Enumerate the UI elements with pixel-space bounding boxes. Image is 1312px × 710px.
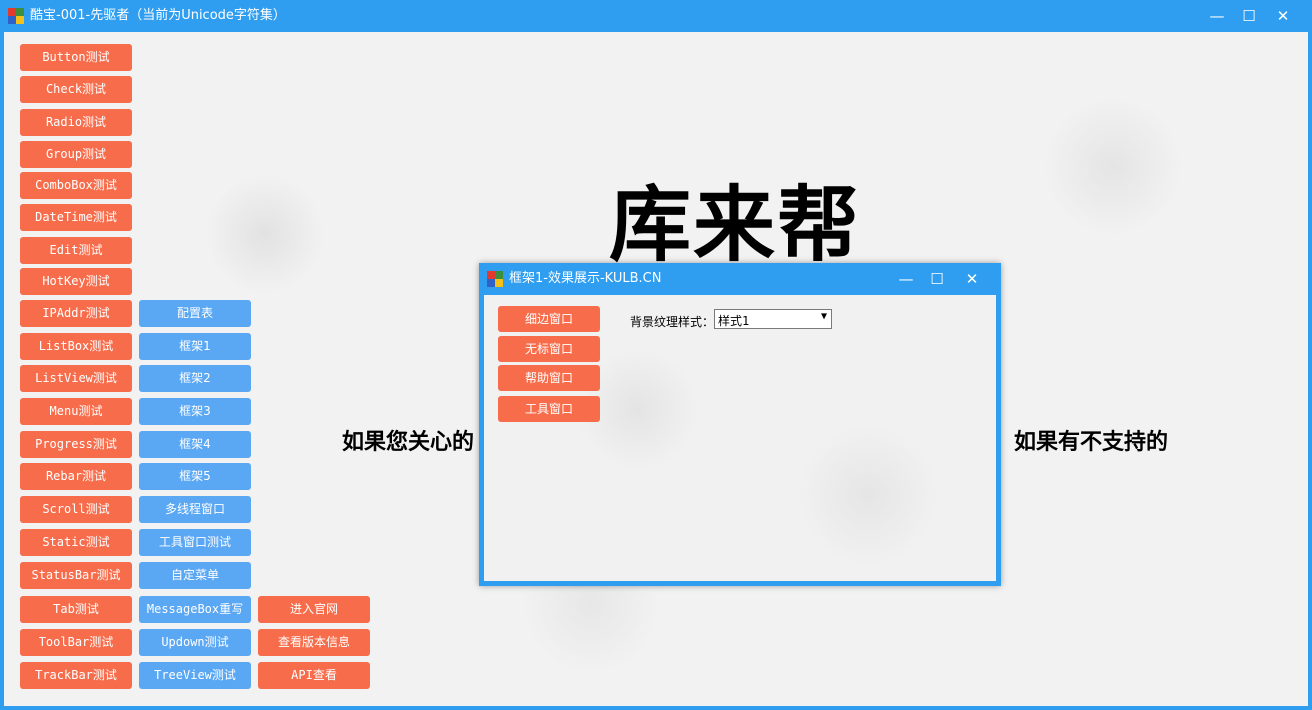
scroll-test-button[interactable]: Scroll测试 — [20, 496, 132, 523]
group-test-button[interactable]: Group测试 — [20, 141, 132, 168]
frame5-button[interactable]: 框架5 — [139, 463, 251, 490]
listbox-test-button[interactable]: ListBox测试 — [20, 333, 132, 360]
child-titlebar[interactable]: 框架1-效果展示-KULB.CN — ☐ ✕ — [479, 263, 1001, 295]
child-window-title: 框架1-效果展示-KULB.CN — [509, 271, 662, 286]
close-button[interactable]: ✕ — [1266, 0, 1300, 32]
statusbar-test-button[interactable]: StatusBar测试 — [20, 562, 132, 589]
frame2-button[interactable]: 框架2 — [139, 365, 251, 392]
texture-style-select[interactable]: 样式1 ▼ — [714, 309, 832, 329]
listview-test-button[interactable]: ListView测试 — [20, 365, 132, 392]
datetime-test-button[interactable]: DateTime测试 — [20, 204, 132, 231]
rebar-test-button[interactable]: Rebar测试 — [20, 463, 132, 490]
child-close-button[interactable]: ✕ — [955, 263, 989, 295]
dropdown-arrow-icon[interactable]: ▼ — [821, 311, 827, 322]
api-view-button[interactable]: API查看 — [258, 662, 370, 689]
frame3-button[interactable]: 框架3 — [139, 398, 251, 425]
ipaddr-test-button[interactable]: IPAddr测试 — [20, 300, 132, 327]
radio-test-button[interactable]: Radio测试 — [20, 109, 132, 136]
treeview-test-button[interactable]: TreeView测试 — [139, 662, 251, 689]
main-titlebar[interactable]: 酷宝-001-先驱者（当前为Unicode字符集） — ☐ ✕ — [0, 0, 1312, 32]
custom-menu-button[interactable]: 自定菜单 — [139, 562, 251, 589]
trackbar-test-button[interactable]: TrackBar测试 — [20, 662, 132, 689]
version-info-button[interactable]: 查看版本信息 — [258, 629, 370, 656]
tool-window-button[interactable]: 工具窗口 — [498, 396, 600, 422]
progress-test-button[interactable]: Progress测试 — [20, 431, 132, 458]
official-site-button[interactable]: 进入官网 — [258, 596, 370, 623]
texture-style-label: 背景纹理样式： — [630, 315, 715, 329]
child-app-icon — [487, 271, 503, 287]
messagebox-rewrite-button[interactable]: MessageBox重写 — [139, 596, 251, 623]
thin-border-window-button[interactable]: 细边窗口 — [498, 306, 600, 332]
updown-test-button[interactable]: Updown测试 — [139, 629, 251, 656]
notice-right: 如果有不支持的 — [1014, 430, 1169, 455]
static-test-button[interactable]: Static测试 — [20, 529, 132, 556]
frame4-button[interactable]: 框架4 — [139, 431, 251, 458]
tool-window-test-button[interactable]: 工具窗口测试 — [139, 529, 251, 556]
button-test-button[interactable]: Button测试 — [20, 44, 132, 71]
tab-test-button[interactable]: Tab测试 — [20, 596, 132, 623]
combobox-test-button[interactable]: ComboBox测试 — [20, 172, 132, 199]
minimize-button[interactable]: — — [1200, 0, 1234, 32]
child-maximize-button[interactable]: ☐ — [920, 263, 954, 295]
toolbar-test-button[interactable]: ToolBar测试 — [20, 629, 132, 656]
texture-style-value: 样式1 — [718, 314, 750, 328]
maximize-button[interactable]: ☐ — [1232, 0, 1266, 32]
notice-left: 如果您关心的 — [342, 430, 475, 455]
no-title-window-button[interactable]: 无标窗口 — [498, 336, 600, 362]
banner-title: 库来帮 — [609, 178, 862, 273]
child-minimize-button[interactable]: — — [889, 263, 923, 295]
hotkey-test-button[interactable]: HotKey测试 — [20, 268, 132, 295]
app-icon — [8, 8, 24, 24]
menu-test-button[interactable]: Menu测试 — [20, 398, 132, 425]
window-title: 酷宝-001-先驱者（当前为Unicode字符集） — [30, 8, 286, 23]
child-client-area: 细边窗口 无标窗口 帮助窗口 工具窗口 背景纹理样式： 样式1 ▼ — [484, 295, 996, 581]
frame1-button[interactable]: 框架1 — [139, 333, 251, 360]
check-test-button[interactable]: Check测试 — [20, 76, 132, 103]
frame1-child-window[interactable]: 框架1-效果展示-KULB.CN — ☐ ✕ 细边窗口 无标窗口 帮助窗口 工具… — [479, 263, 1001, 586]
edit-test-button[interactable]: Edit测试 — [20, 237, 132, 264]
config-table-button[interactable]: 配置表 — [139, 300, 251, 327]
multithread-window-button[interactable]: 多线程窗口 — [139, 496, 251, 523]
help-window-button[interactable]: 帮助窗口 — [498, 365, 600, 391]
